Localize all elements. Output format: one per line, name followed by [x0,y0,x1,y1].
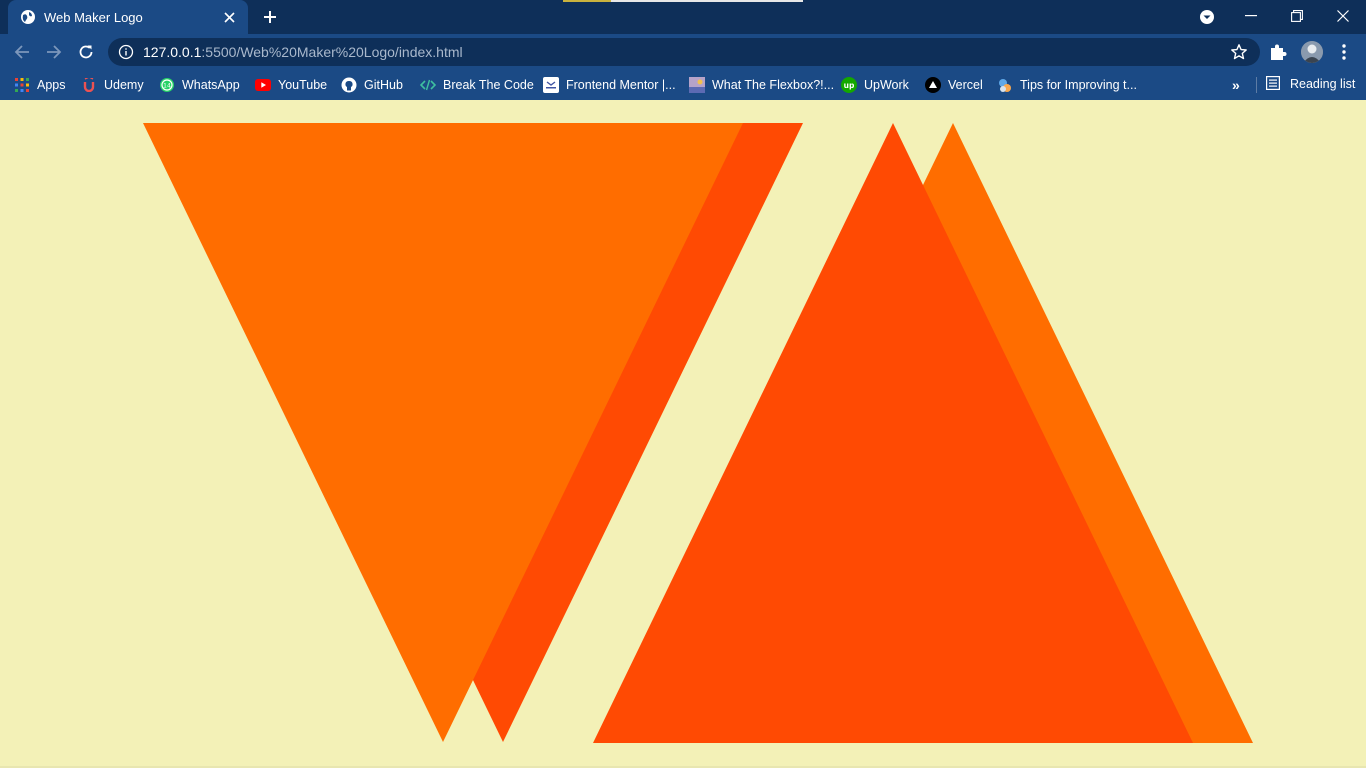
reading-list-label: Reading list [1290,77,1356,91]
youtube-icon [255,77,271,93]
github-icon [341,77,357,93]
close-window-button[interactable] [1320,0,1366,32]
bookmark-tips[interactable]: Tips for Improving t... [997,76,1137,94]
reading-list-icon [1266,76,1282,92]
tips-icon [997,77,1013,93]
extensions-puzzle-icon[interactable] [1268,42,1288,62]
bookmark-label: What The Flexbox?!... [712,78,835,92]
svg-text:14: 14 [163,83,171,90]
bookmark-flexbox-zombies[interactable]: What The Flexbox?!... [689,76,834,94]
kebab-menu-icon[interactable] [1334,42,1354,62]
bookmark-label: Apps [37,78,66,92]
bookmark-whatsapp[interactable]: 14 WhatsApp [159,76,240,94]
more-bookmarks-chevron-icon[interactable]: » [1232,77,1250,93]
bookmark-break-the-code[interactable]: Break The Code [420,76,534,94]
udemy-icon [81,77,97,93]
bookmark-label: Frontend Mentor |... [566,78,676,92]
bookmark-label: YouTube [278,78,328,92]
tab-strip: Web Maker Logo [0,0,1366,34]
address-bar[interactable]: 127.0.0.1:5500/Web%20Maker%20Logo/index.… [108,38,1260,66]
upwork-icon: up [841,77,857,93]
url-text: 127.0.0.1:5500/Web%20Maker%20Logo/index.… [143,44,463,60]
bookmark-star-icon[interactable] [1230,43,1248,61]
back-button[interactable] [9,39,35,65]
minimize-button[interactable] [1228,0,1274,32]
bookmark-label: Tips for Improving t... [1020,78,1137,92]
bookmark-label: Vercel [948,78,983,92]
whatsapp-icon: 14 [159,77,175,93]
bookmark-vercel[interactable]: Vercel [925,76,983,94]
tab-search-icon[interactable] [1198,8,1216,26]
bookmark-github[interactable]: GitHub [341,76,403,94]
active-tab[interactable]: Web Maker Logo [8,0,248,34]
bookmark-label: GitHub [364,78,403,92]
close-tab-icon[interactable] [220,8,238,26]
site-info-icon[interactable] [118,44,134,60]
bookmark-youtube[interactable]: YouTube [255,76,327,94]
bookmark-udemy[interactable]: Udemy [81,76,144,94]
bookmark-label: WhatsApp [182,78,240,92]
bookmark-apps[interactable]: Apps [14,76,66,94]
bookmark-label: UpWork [864,78,909,92]
vercel-icon [925,77,941,93]
loading-indicator [563,0,803,2]
divider [1256,77,1257,93]
profile-avatar[interactable] [1301,41,1323,63]
forward-button[interactable] [41,39,67,65]
web-maker-logo [143,123,1253,743]
apps-grid-icon [14,77,30,93]
code-icon [420,77,436,93]
reading-list-button[interactable]: Reading list [1256,76,1356,93]
reload-button[interactable] [73,39,99,65]
page-viewport [0,100,1366,768]
svg-text:up: up [844,81,855,90]
globe-icon [21,10,35,24]
bookmark-label: Udemy [104,78,144,92]
browser-toolbar: 127.0.0.1:5500/Web%20Maker%20Logo/index.… [0,34,1366,70]
flexbox-icon [689,77,705,93]
bookmark-label: Break The Code [443,78,534,92]
tab-title: Web Maker Logo [44,9,143,25]
bookmark-frontend-mentor[interactable]: Frontend Mentor |... [543,76,676,94]
bookmark-upwork[interactable]: up UpWork [841,76,909,94]
frontend-mentor-icon [543,77,559,93]
restore-button[interactable] [1274,0,1320,32]
bookmarks-bar: Apps Udemy 14 WhatsApp YouTube GitHub Br… [0,70,1366,100]
new-tab-button[interactable] [258,6,282,28]
